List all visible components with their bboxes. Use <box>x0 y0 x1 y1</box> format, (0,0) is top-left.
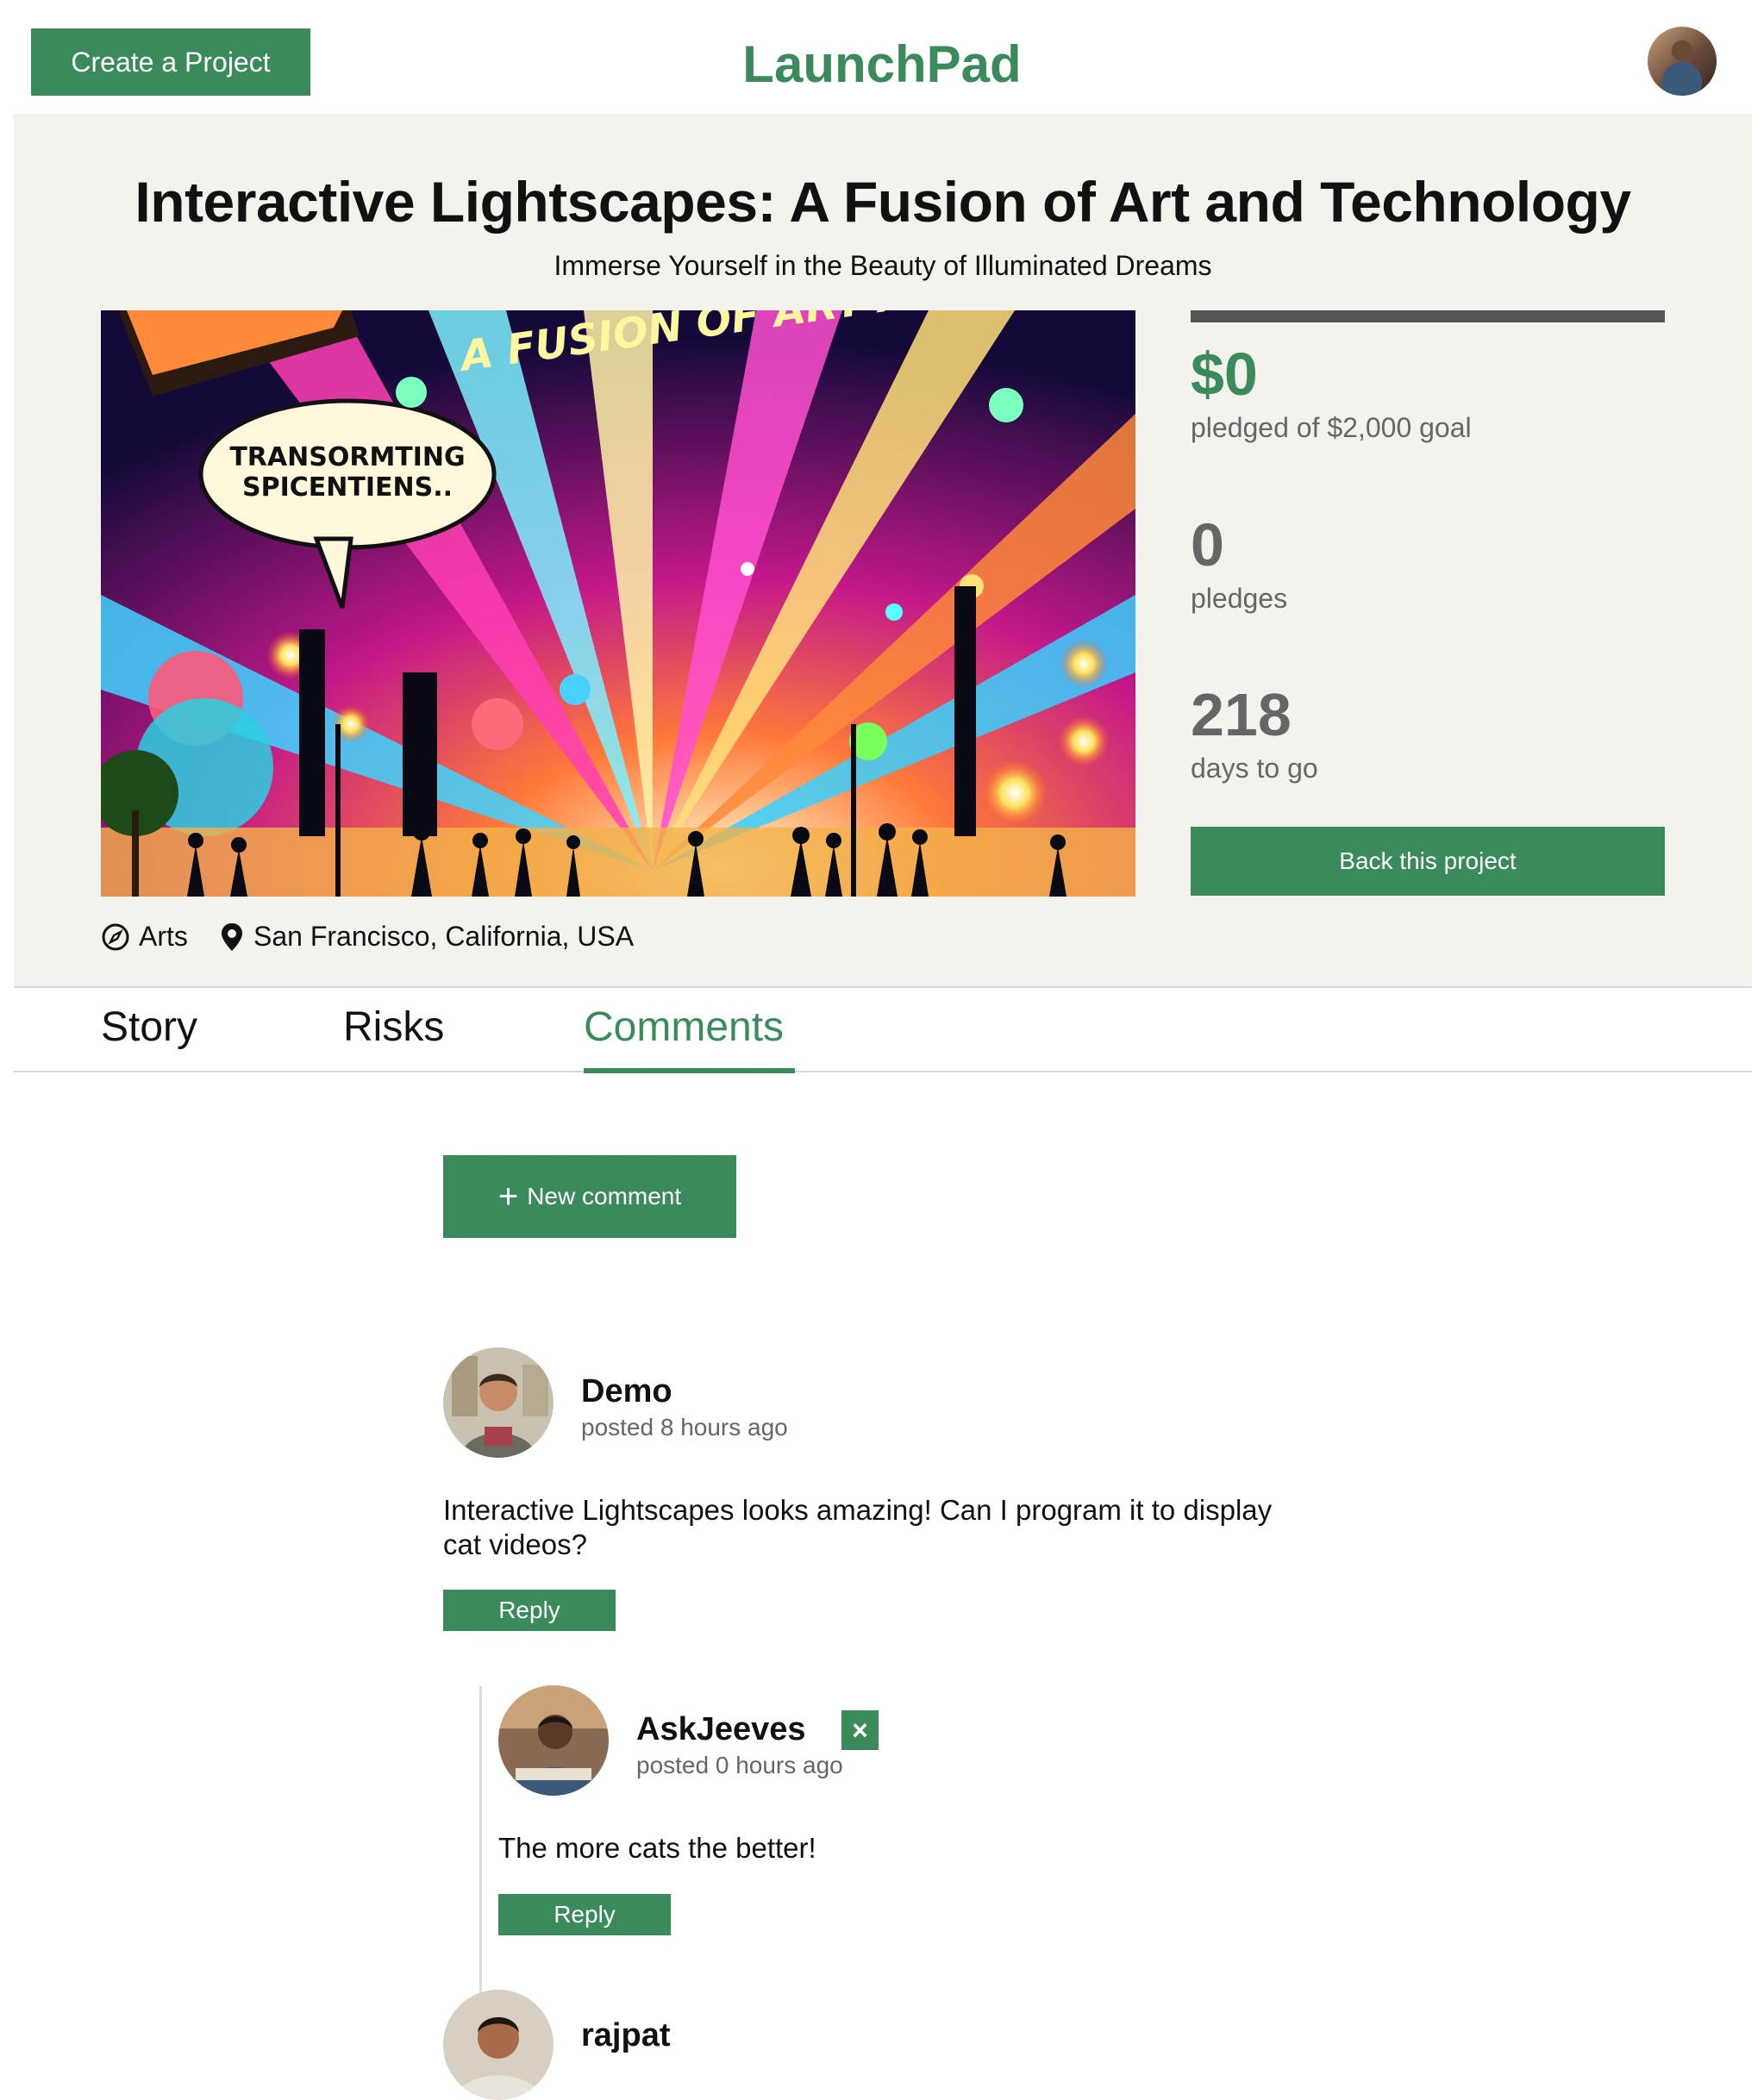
demo-avatar-photo <box>443 1347 554 1458</box>
comment-timestamp: posted 0 hours ago <box>636 1752 843 1778</box>
pledged-label: pledged of $2,000 goal <box>1191 412 1472 443</box>
lightscape-illustration: A FUSION OF ART AN TRANSORMTING SPICENTI… <box>101 310 1135 897</box>
tabs-divider-top <box>14 986 1752 988</box>
project-hero: Interactive Lightscapes: A Fusion of Art… <box>14 114 1752 986</box>
new-comment-label: New comment <box>527 1183 682 1209</box>
new-comment-button[interactable]: + New comment <box>443 1155 736 1238</box>
brand-logo[interactable]: LaunchPad <box>0 34 1764 94</box>
comment-body: The more cats the better! <box>498 1832 816 1864</box>
days-label: days to go <box>1191 753 1318 784</box>
reply-button[interactable]: Reply <box>498 1894 671 1935</box>
tab-story[interactable]: Story <box>101 1003 197 1051</box>
comment-author[interactable]: AskJeeves <box>636 1711 806 1748</box>
project-location: San Francisco, California, USA <box>219 921 634 953</box>
comment-body-line: Interactive Lightscapes looks amazing! C… <box>443 1494 1273 1526</box>
image-bubble-line2: SPICENTIENS.. <box>242 472 453 503</box>
backers-count: 0 <box>1191 511 1224 578</box>
delete-comment-button[interactable]: × <box>841 1710 879 1750</box>
map-pin-icon <box>222 922 242 951</box>
location-label: San Francisco, California, USA <box>253 921 635 952</box>
comment-author[interactable]: Demo <box>581 1373 672 1410</box>
project-category[interactable]: Arts <box>101 921 188 953</box>
tab-comments[interactable]: Comments <box>584 1003 784 1051</box>
avatar[interactable] <box>498 1685 609 1796</box>
project-title: Interactive Lightscapes: A Fusion of Art… <box>134 170 1631 234</box>
comment-timestamp: posted 8 hours ago <box>581 1414 788 1441</box>
plus-icon: + <box>497 1178 519 1216</box>
image-bubble-line1: TRANSORMTING <box>229 442 465 472</box>
project-image: A FUSION OF ART AN TRANSORMTING SPICENTI… <box>101 310 1135 897</box>
comment-body: Interactive Lightscapes looks amazing! C… <box>443 1493 1272 1562</box>
project-subtitle: Immerse Yourself in the Beauty of Illumi… <box>554 250 1212 281</box>
avatar[interactable] <box>443 1990 554 2100</box>
comment-body-line: cat videos? <box>443 1528 587 1560</box>
pledged-amount: $0 <box>1191 341 1258 408</box>
back-project-button[interactable]: Back this project <box>1191 827 1665 896</box>
tab-risks[interactable]: Risks <box>343 1003 444 1051</box>
days-remaining: 218 <box>1191 681 1292 748</box>
close-icon: × <box>852 1714 868 1746</box>
rajpat-avatar-photo <box>443 1990 554 2100</box>
reply-button[interactable]: Reply <box>443 1590 616 1631</box>
funding-progress-bar <box>1191 310 1665 322</box>
comment-author[interactable]: rajpat <box>581 2017 670 2054</box>
tabs-divider-bottom <box>14 1071 1752 1072</box>
backers-label: pledges <box>1191 583 1288 614</box>
compass-icon <box>102 923 129 950</box>
user-avatar[interactable] <box>1648 27 1717 96</box>
askjeeves-avatar-photo <box>498 1685 609 1796</box>
active-tab-indicator <box>584 1068 795 1073</box>
category-label: Arts <box>139 921 188 952</box>
avatar[interactable] <box>443 1347 554 1458</box>
